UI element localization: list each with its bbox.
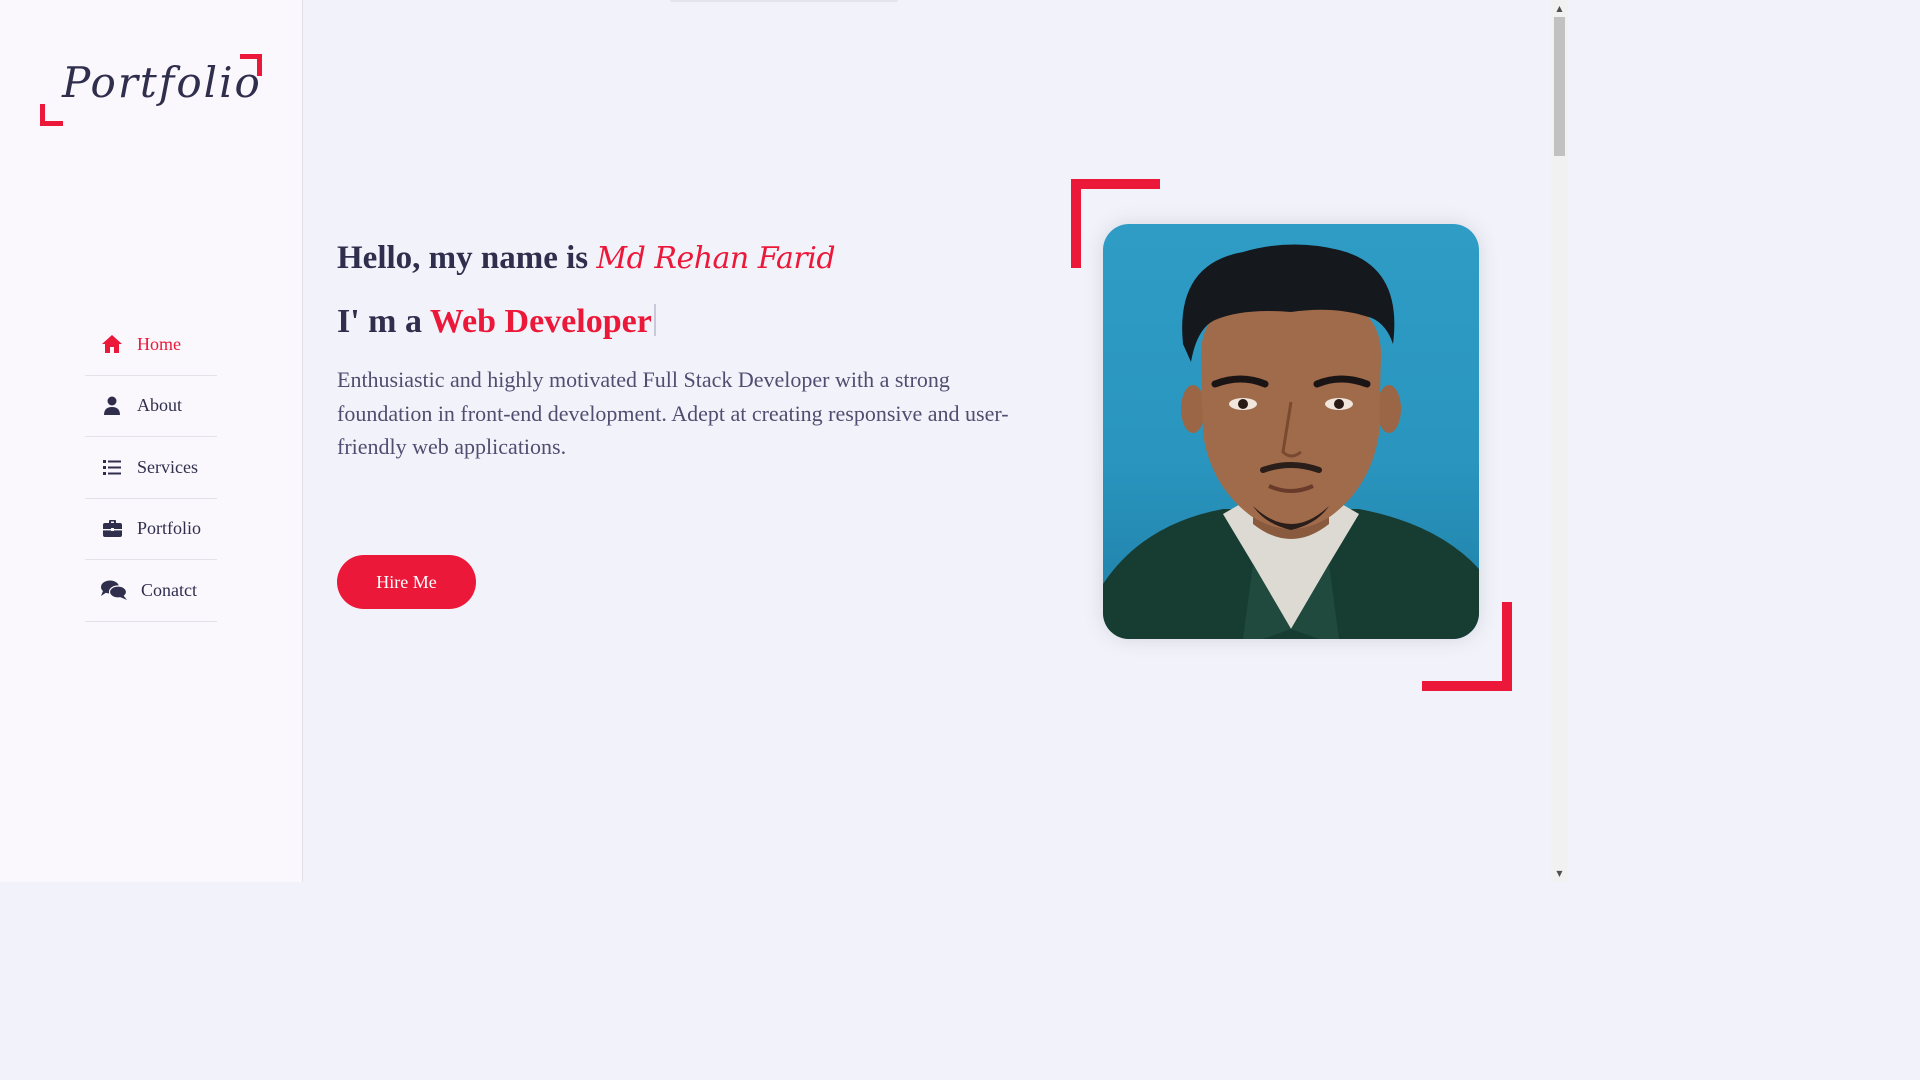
hero-intro: Hello, my name is Md Rehan Farid I' m a … xyxy=(337,240,1037,464)
hero-name: Md Rehan Farid xyxy=(596,241,836,276)
nav-label-services: Services xyxy=(137,456,198,477)
greeting-prefix: Hello, my name is xyxy=(337,240,589,276)
greeting: Hello, my name is Md Rehan Farid xyxy=(337,240,1037,277)
logo-text: Portfolio xyxy=(62,58,262,107)
logo-corner-bottom-left xyxy=(40,104,63,126)
logo[interactable]: Portfolio xyxy=(40,54,262,126)
nav-label-contact: Conatct xyxy=(141,579,197,600)
home-icon xyxy=(101,333,123,355)
main-nav: Home About Services Portfolio Conatct xyxy=(85,314,217,622)
sidebar: Portfolio Home About Services Portfolio xyxy=(0,0,303,882)
intro-paragraph: Enthusiastic and highly motivated Full S… xyxy=(337,367,1009,459)
role-heading: I' m a Web Developer xyxy=(337,303,1037,341)
nav-item-contact[interactable]: Conatct xyxy=(85,560,217,622)
nav-item-portfolio[interactable]: Portfolio xyxy=(85,499,217,560)
top-edge-shadow xyxy=(670,0,898,2)
comments-icon xyxy=(101,579,127,601)
scrollbar-thumb[interactable] xyxy=(1554,17,1565,156)
briefcase-icon xyxy=(101,518,123,540)
scroll-up-arrow-icon[interactable]: ▲ xyxy=(1551,0,1568,17)
nav-item-home[interactable]: Home xyxy=(85,314,217,376)
role-prefix: I' m a xyxy=(337,303,422,340)
nav-label-home: Home xyxy=(137,333,181,354)
hire-me-button[interactable]: Hire Me xyxy=(337,555,476,609)
nav-label-about: About xyxy=(137,395,182,416)
list-icon xyxy=(101,456,123,478)
photo-frame-corner-bottom-right xyxy=(1422,602,1512,691)
nav-label-portfolio: Portfolio xyxy=(137,518,202,539)
user-icon xyxy=(101,395,123,417)
profile-photo xyxy=(1103,224,1479,639)
nav-item-services[interactable]: Services xyxy=(85,437,217,499)
role-typed-text: Web Developer xyxy=(429,303,652,340)
typing-cursor xyxy=(653,304,656,336)
scroll-down-arrow-icon[interactable]: ▼ xyxy=(1551,865,1568,882)
nav-item-about[interactable]: About xyxy=(85,376,217,437)
vertical-scrollbar[interactable]: ▲ ▼ xyxy=(1551,0,1568,882)
